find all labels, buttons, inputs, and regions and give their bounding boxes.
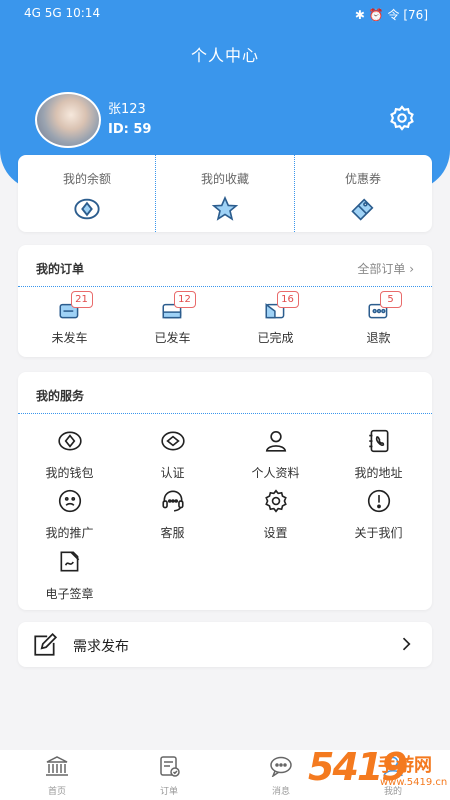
tab-orders[interactable]: 订单 (124, 755, 214, 797)
balance-item[interactable]: 我的余额 (18, 155, 156, 232)
tab-label: 首页 (47, 787, 66, 797)
order-shipped-item[interactable]: 12 已发车 (121, 291, 224, 346)
order-count-badge: 16 (276, 291, 299, 308)
assets-card: 我的余额 我的收藏 优惠券 (18, 155, 432, 232)
order-label: 已完成 (257, 331, 294, 345)
orders-title: 我的订单 (36, 262, 85, 276)
promotion-icon (58, 489, 81, 513)
gear-icon (264, 489, 287, 513)
home-icon (46, 756, 68, 776)
service-label: 我的地址 (354, 466, 403, 480)
signature-icon (60, 551, 79, 572)
service-label: 我的推广 (45, 526, 94, 540)
service-e-signature[interactable]: 电子签章 (18, 549, 121, 602)
favorites-item[interactable]: 我的收藏 (156, 155, 294, 232)
order-count-badge: 12 (173, 291, 196, 308)
order-count-badge: 21 (70, 291, 93, 308)
divider (18, 286, 432, 287)
info-icon (367, 489, 390, 513)
service-settings[interactable]: 设置 (224, 488, 327, 541)
order-pending-item[interactable]: 21 未发车 (18, 291, 121, 346)
user-name: 张123 (108, 102, 146, 117)
balance-label: 我的余额 (62, 172, 111, 186)
star-icon (211, 195, 239, 221)
service-profile[interactable]: 个人资料 (224, 428, 327, 481)
service-certify[interactable]: 认证 (121, 428, 224, 481)
service-label: 个人资料 (251, 466, 300, 480)
tab-home[interactable]: 首页 (12, 755, 102, 797)
headset-icon (161, 490, 184, 512)
divider (18, 413, 432, 414)
tab-label: 订单 (159, 787, 178, 797)
status-right: ✱ ⏰ 令 [76] (354, 8, 428, 22)
all-orders-link[interactable]: 全部订单 › (357, 260, 414, 277)
order-completed-item[interactable]: 16 已完成 (224, 291, 327, 346)
wallet-icon (57, 431, 82, 451)
service-customer-service[interactable]: 客服 (121, 488, 224, 541)
status-bar: 4G 5G 10:14 ✱ ⏰ 令 [76] (0, 0, 450, 28)
settings-button[interactable] (388, 104, 416, 132)
avatar[interactable] (35, 92, 101, 148)
status-left: 4G 5G 10:14 (24, 6, 101, 20)
service-label: 电子签章 (45, 587, 94, 601)
gear-icon (390, 105, 414, 131)
coupons-item[interactable]: 优惠券 (294, 155, 432, 232)
coupon-icon (351, 198, 374, 221)
services-card: 我的服务 我的钱包 认证 个人资料 我的地址 我的推广 客服 设置 关于我们 电… (18, 372, 432, 610)
edit-icon (34, 632, 58, 656)
chevron-right-icon (402, 637, 411, 651)
order-label: 未发车 (51, 331, 88, 345)
service-label: 关于我们 (354, 526, 403, 540)
page-title: 个人中心 (190, 46, 259, 65)
watermark-text: 手游网 (378, 755, 432, 776)
services-title: 我的服务 (36, 389, 85, 403)
site-watermark-logo: 5419 手游网 www.5419.cn (300, 745, 450, 800)
favorites-label: 我的收藏 (200, 172, 249, 186)
publish-label: 需求发布 (73, 639, 129, 655)
wallet-icon (74, 198, 100, 220)
user-id: ID: 59 (108, 122, 152, 137)
certify-icon (160, 431, 185, 451)
address-book-icon (368, 429, 388, 453)
service-label: 我的钱包 (45, 466, 94, 480)
watermark-url: www.5419.cn (380, 777, 448, 788)
coupons-label: 优惠券 (344, 172, 381, 186)
publish-request-row[interactable]: 需求发布 (18, 622, 432, 667)
person-icon (265, 430, 286, 452)
orders-card: 我的订单 全部订单 › 21 未发车 12 已发车 16 已完成 5 退款 (18, 245, 432, 357)
service-wallet[interactable]: 我的钱包 (18, 428, 121, 481)
order-label: 退款 (366, 331, 391, 345)
service-label: 客服 (160, 526, 185, 540)
order-count-badge: 5 (379, 291, 402, 308)
order-icon (160, 756, 180, 777)
service-label: 设置 (263, 526, 288, 540)
service-address[interactable]: 我的地址 (327, 428, 430, 481)
order-refund-item[interactable]: 5 退款 (327, 291, 430, 346)
order-label: 已发车 (154, 331, 191, 345)
service-about[interactable]: 关于我们 (327, 488, 430, 541)
message-icon (270, 756, 292, 778)
service-label: 认证 (160, 466, 185, 480)
service-promotion[interactable]: 我的推广 (18, 488, 121, 541)
